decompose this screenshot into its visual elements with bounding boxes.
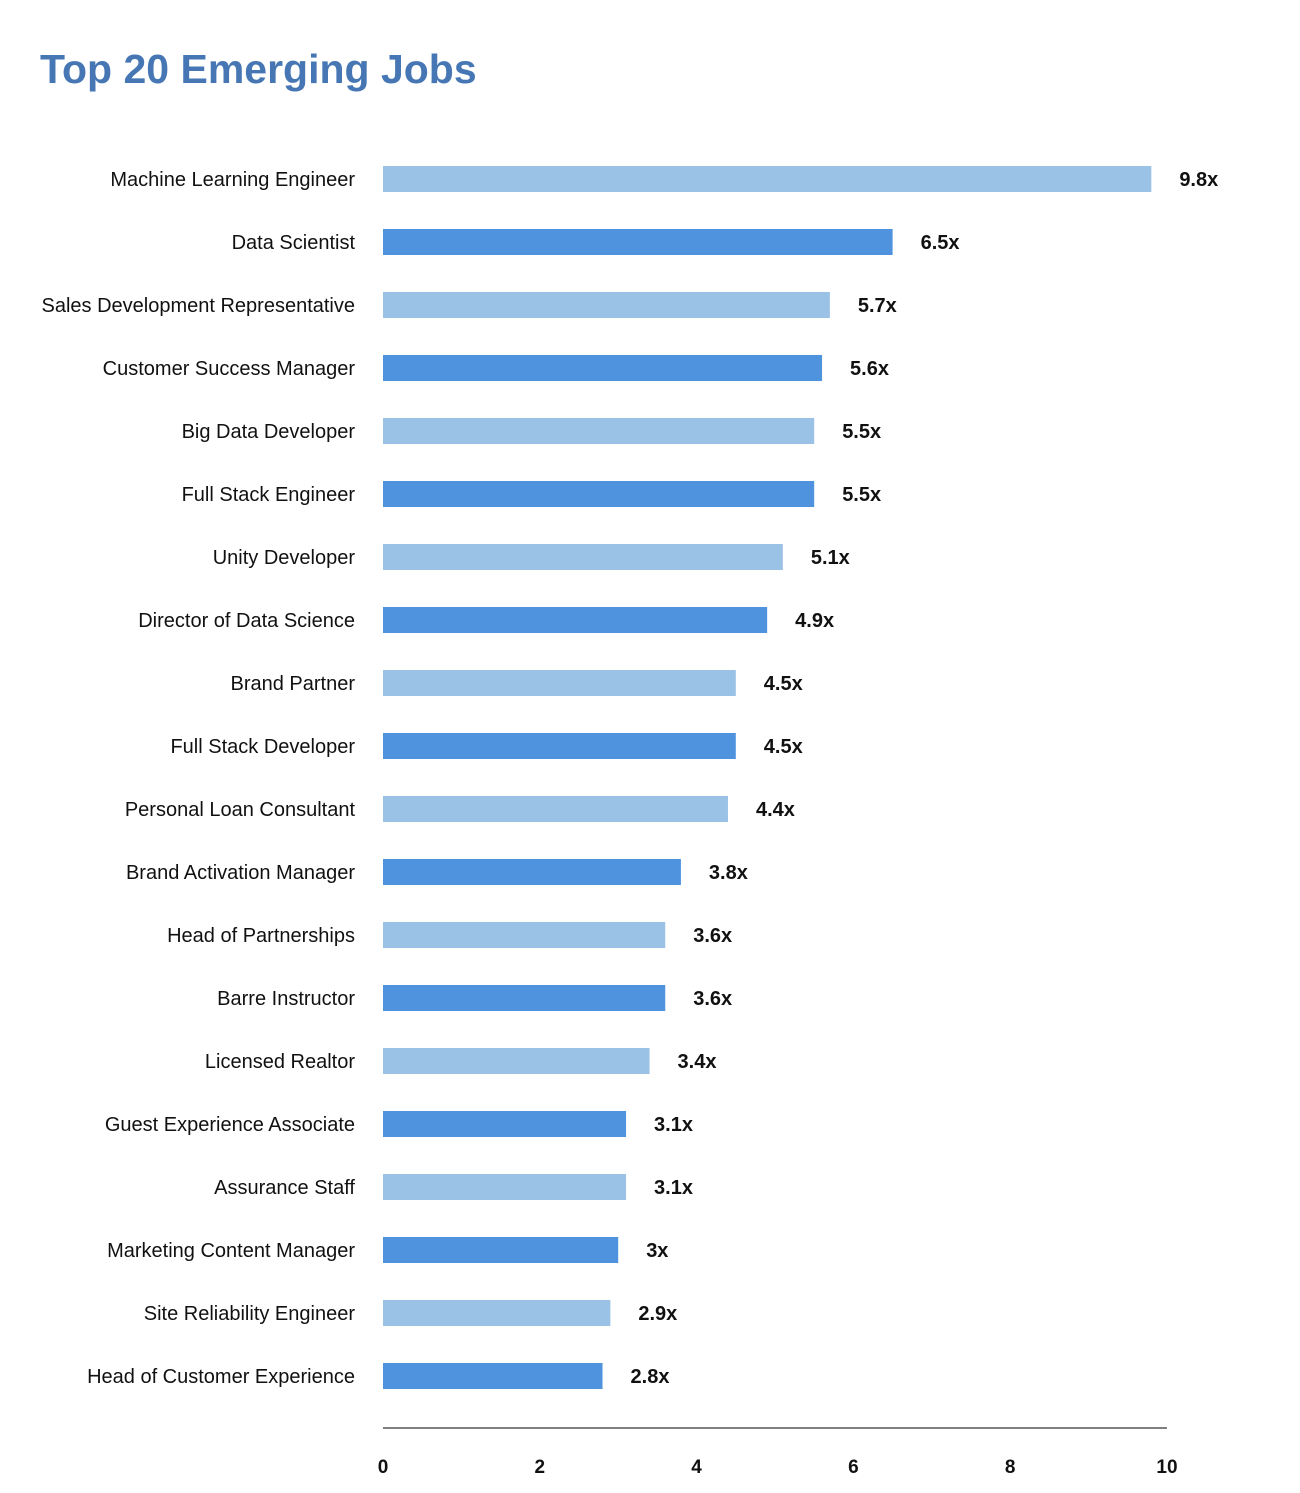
value-labels: 9.8x 6.5x 5.7x 5.6x 5.5x 5.5x 5.1x 4.9x 4.5x 4.5x…: [631, 169, 1219, 1388]
x-axis-ticks: 0 2 4 6 8 10: [378, 1457, 1178, 1478]
category-label: Site Reliability Engineer: [144, 1303, 356, 1325]
value-label: 3.6x: [693, 988, 732, 1010]
category-label: Marketing Content Manager: [107, 1240, 355, 1262]
bar: [383, 607, 768, 633]
bar: [383, 418, 815, 444]
value-label: 4.5x: [764, 736, 803, 758]
bar: [383, 733, 736, 759]
bar: [383, 229, 893, 255]
bars-layer: [383, 166, 1152, 1389]
category-label: Head of Customer Experience: [87, 1366, 355, 1388]
value-label: 3.4x: [678, 1051, 717, 1073]
bar: [383, 985, 666, 1011]
value-label: 3x: [646, 1240, 668, 1262]
x-tick-label: 10: [1156, 1457, 1177, 1478]
category-label: Barre Instructor: [217, 988, 355, 1010]
category-label: Brand Activation Manager: [126, 862, 355, 884]
category-label: Machine Learning Engineer: [110, 169, 355, 191]
category-label: Licensed Realtor: [205, 1051, 355, 1073]
bar: [383, 1363, 603, 1389]
bar: [383, 1300, 611, 1326]
category-label: Big Data Developer: [182, 421, 356, 443]
x-tick-label: 4: [691, 1457, 702, 1478]
x-tick-label: 0: [378, 1457, 389, 1478]
category-label: Unity Developer: [213, 547, 356, 569]
category-labels: Machine Learning Engineer Data Scientist S…: [41, 169, 355, 1388]
bar: [383, 1174, 627, 1200]
category-label: Brand Partner: [230, 673, 355, 695]
category-label: Sales Development Representative: [41, 295, 355, 317]
category-label: Assurance Staff: [214, 1177, 355, 1199]
category-label: Director of Data Science: [138, 610, 355, 632]
value-label: 2.8x: [631, 1366, 670, 1388]
value-label: 3.1x: [654, 1114, 693, 1136]
bar-chart: Machine Learning Engineer Data Scientist S…: [41, 166, 1219, 1478]
value-label: 5.6x: [850, 358, 889, 380]
value-label: 3.1x: [654, 1177, 693, 1199]
bar: [383, 481, 815, 507]
value-label: 9.8x: [1179, 169, 1218, 191]
category-label: Data Scientist: [232, 232, 356, 254]
value-label: 4.9x: [795, 610, 834, 632]
category-label: Full Stack Engineer: [182, 484, 356, 506]
bar: [383, 796, 728, 822]
bar: [383, 859, 681, 885]
bar: [383, 1237, 619, 1263]
category-label: Personal Loan Consultant: [125, 799, 356, 821]
value-label: 2.9x: [638, 1303, 677, 1325]
bar: [383, 166, 1152, 192]
bar: [383, 922, 666, 948]
bar: [383, 544, 783, 570]
value-label: 4.4x: [756, 799, 795, 821]
value-label: 6.5x: [921, 232, 960, 254]
bar: [383, 670, 736, 696]
bar: [383, 1111, 627, 1137]
value-label: 4.5x: [764, 673, 803, 695]
bar: [383, 355, 823, 381]
value-label: 5.5x: [842, 421, 881, 443]
value-label: 5.5x: [842, 484, 881, 506]
category-label: Guest Experience Associate: [105, 1114, 355, 1136]
category-label: Full Stack Developer: [170, 736, 355, 758]
bar: [383, 292, 830, 318]
x-tick-label: 2: [535, 1457, 546, 1478]
value-label: 5.1x: [811, 547, 850, 569]
x-tick-label: 6: [848, 1457, 859, 1478]
value-label: 5.7x: [858, 295, 897, 317]
bar: [383, 1048, 650, 1074]
category-label: Customer Success Manager: [103, 358, 356, 380]
x-tick-label: 8: [1005, 1457, 1016, 1478]
category-label: Head of Partnerships: [167, 925, 355, 947]
value-label: 3.8x: [709, 862, 748, 884]
value-label: 3.6x: [693, 925, 732, 947]
